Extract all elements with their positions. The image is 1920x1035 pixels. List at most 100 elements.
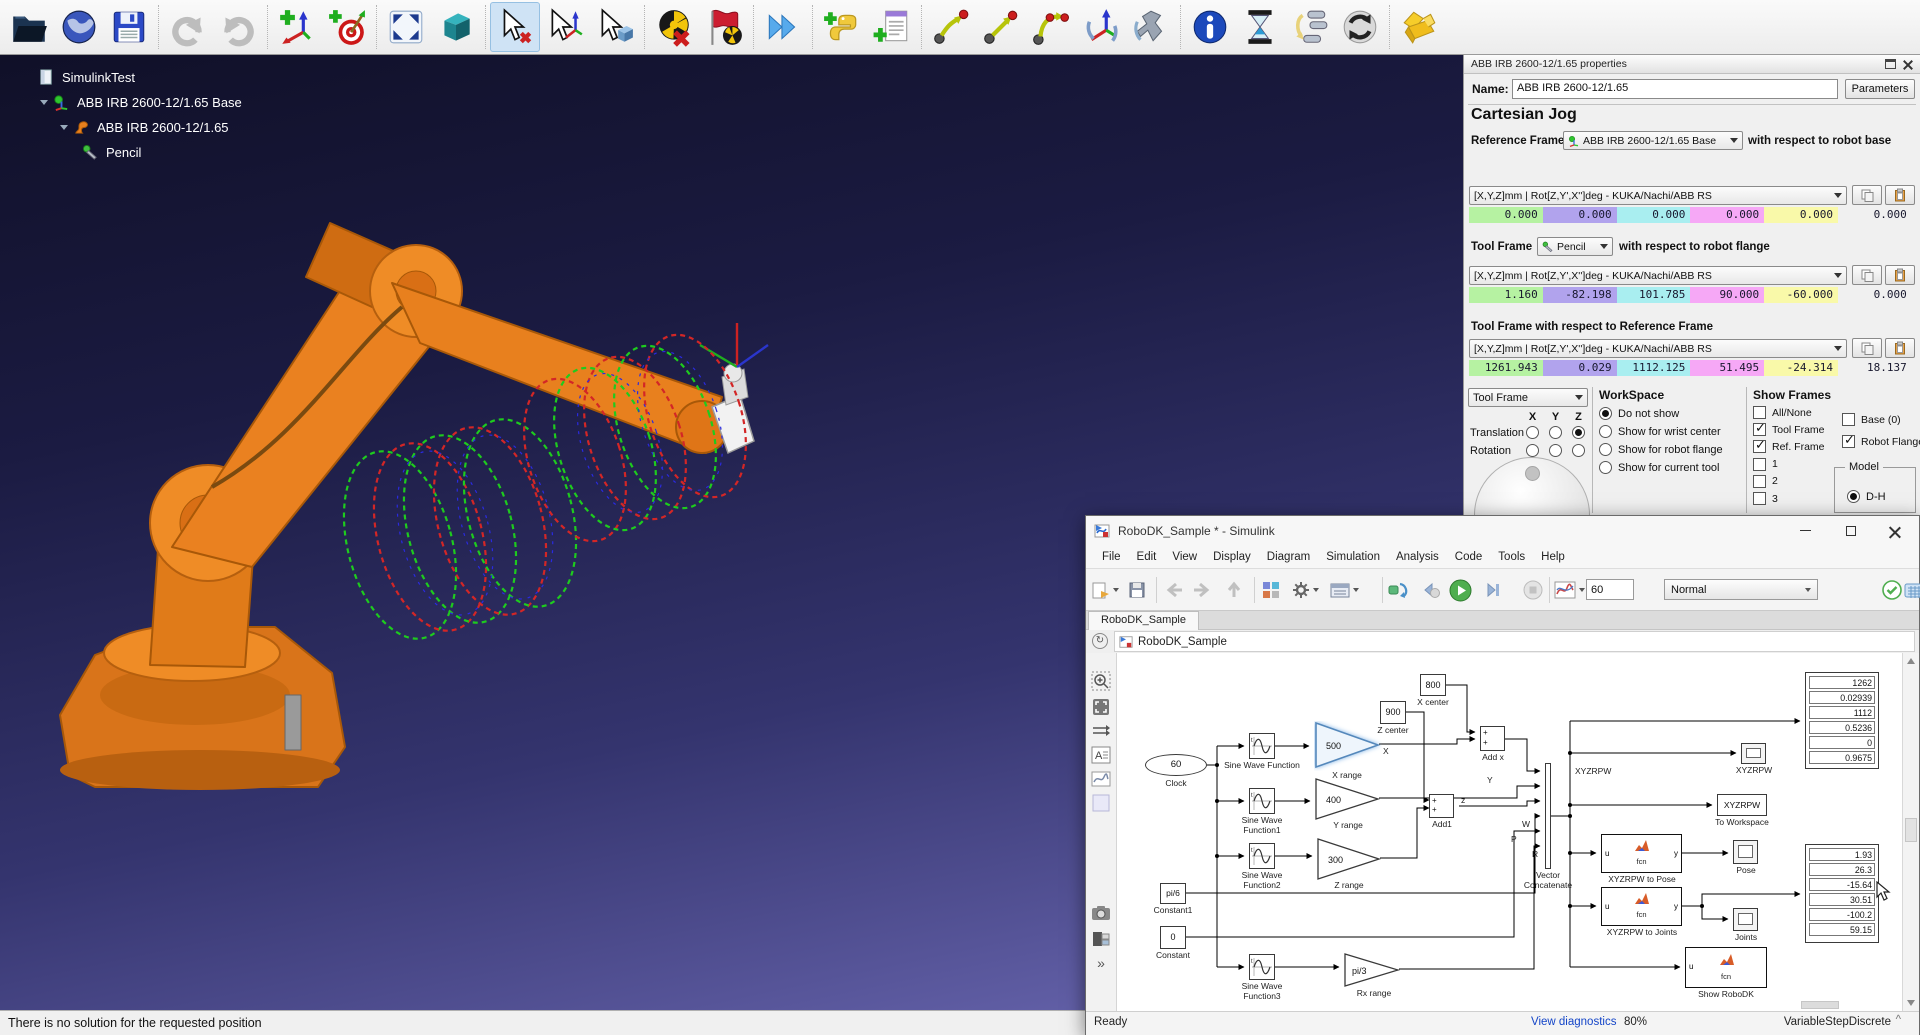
tool-frame-select[interactable]: Pencil	[1537, 237, 1613, 256]
program-blocks-icon[interactable]	[1285, 2, 1335, 52]
sine-wave-block[interactable]: t	[1249, 843, 1275, 869]
scope-block-xyzrpw[interactable]	[1741, 743, 1766, 764]
view-diagnostics-link[interactable]: View diagnostics	[1531, 1016, 1616, 1028]
signal-viewer-icon[interactable]	[1091, 769, 1111, 789]
radio-icon[interactable]	[1572, 444, 1585, 457]
menu-item[interactable]: Help	[1533, 548, 1573, 566]
menu-item[interactable]: Tools	[1490, 548, 1533, 566]
model-settings-button[interactable]	[1292, 579, 1319, 601]
float-panel-icon[interactable]	[1885, 59, 1896, 69]
tree-item-robot[interactable]: ABB IRB 2600-12/1.65	[60, 115, 242, 140]
radio-icon[interactable]	[1847, 490, 1860, 503]
checkbox-icon[interactable]	[1753, 440, 1766, 453]
pose-format-select-1[interactable]: [X,Y,Z]mm | Rot[Z,Y',X'']deg - KUKA/Nach…	[1469, 186, 1847, 205]
select-move-object-cursor-icon[interactable]	[590, 2, 640, 52]
clock-block[interactable]: 60	[1145, 754, 1207, 776]
add-target-icon[interactable]	[322, 2, 372, 52]
radio-icon[interactable]	[1599, 407, 1612, 420]
paste-pose-button[interactable]	[1885, 185, 1915, 205]
radio-icon[interactable]	[1549, 426, 1562, 439]
menu-item[interactable]: File	[1094, 548, 1129, 566]
expand-palette-icon[interactable]: »	[1091, 955, 1111, 975]
add-block[interactable]: ++	[1480, 726, 1505, 751]
maximize-button[interactable]	[1829, 516, 1873, 545]
scroll-up-icon[interactable]	[1907, 658, 1915, 664]
tab-robodk-sample[interactable]: RoboDK_Sample	[1088, 611, 1199, 630]
new-model-button[interactable]	[1091, 579, 1119, 601]
solver-caret-icon[interactable]: ^	[1896, 1014, 1901, 1026]
horizontal-scrollbar-thumb[interactable]	[1801, 1001, 1839, 1009]
radio-icon[interactable]	[1526, 426, 1539, 439]
pose-value-cell[interactable]: -24.314	[1764, 360, 1838, 376]
chevron-down-icon[interactable]	[40, 100, 48, 105]
checkbox-icon[interactable]	[1753, 423, 1766, 436]
add-reference-frame-icon[interactable]	[272, 2, 322, 52]
scrollbar-thumb[interactable]	[1905, 818, 1917, 842]
minimize-button[interactable]	[1783, 516, 1827, 545]
pose-value-cell[interactable]: 101.785	[1617, 287, 1691, 303]
pose-format-select-3[interactable]: [X,Y,Z]mm | Rot[Z,Y',X'']deg - KUKA/Nach…	[1469, 339, 1847, 358]
gain-block-z-range[interactable]: 300	[1317, 838, 1382, 885]
pose-value-cell[interactable]: -60.000	[1764, 287, 1838, 303]
menu-item[interactable]: Diagram	[1259, 548, 1318, 566]
robot-name-input[interactable]: ABB IRB 2600-12/1.65	[1512, 79, 1838, 99]
add-block[interactable]: ++	[1429, 794, 1454, 818]
fast-simulation-icon[interactable]	[758, 2, 808, 52]
pose-value-cell[interactable]: 0.000	[1543, 207, 1617, 223]
add-program-icon[interactable]	[867, 2, 917, 52]
signal-routing-icon[interactable]	[1091, 721, 1111, 741]
radio-icon[interactable]	[1599, 425, 1612, 438]
display-block-joints[interactable]: 1.9326.3-15.6430.51-100.259.15	[1805, 844, 1879, 943]
checkbox-icon[interactable]	[1753, 406, 1766, 419]
pose-value-cell[interactable]: 1.160	[1469, 287, 1543, 303]
parameters-button[interactable]: Parameters	[1845, 79, 1915, 99]
up-to-parent-button[interactable]	[1226, 579, 1242, 601]
constant-block-x-center[interactable]: 800	[1420, 674, 1446, 696]
simulation-timer-icon[interactable]	[1235, 2, 1285, 52]
teach-move-joint-icon[interactable]	[926, 2, 976, 52]
checkbox-icon[interactable]	[1753, 458, 1766, 471]
pose-value-cell[interactable]: 0.029	[1543, 360, 1617, 376]
workspace-option[interactable]: Show for robot flange	[1599, 443, 1723, 456]
gain-block-y-range[interactable]: 400	[1315, 778, 1381, 825]
export-simulation-icon[interactable]	[1394, 2, 1444, 52]
breadcrumb-back-icon[interactable]: ↻	[1092, 633, 1108, 649]
annotation-icon[interactable]: A	[1091, 745, 1111, 765]
stop-button[interactable]	[1523, 579, 1543, 601]
scroll-down-icon[interactable]	[1907, 1000, 1915, 1006]
tree-item-tool[interactable]: Pencil	[82, 140, 242, 165]
move-robot-icon[interactable]	[1126, 2, 1176, 52]
fit-view-icon[interactable]	[381, 2, 431, 52]
check-collisions-icon[interactable]	[649, 2, 699, 52]
show-frame-checkbox[interactable]: All/None	[1753, 406, 1812, 419]
pose-value-cell[interactable]: 90.000	[1690, 287, 1764, 303]
tool-wrt-reference-pose-values[interactable]: 1261.9430.0291112.12551.495-24.31418.137	[1469, 360, 1912, 376]
radio-icon[interactable]	[1599, 443, 1612, 456]
sine-wave-block[interactable]: t	[1249, 733, 1275, 759]
area-box-icon[interactable]	[1091, 793, 1111, 813]
collision-map-icon[interactable]	[699, 2, 749, 52]
pose-value-cell[interactable]: 0.000	[1838, 287, 1912, 303]
copy-pose-button[interactable]	[1852, 185, 1882, 205]
scope-block-pose[interactable]	[1733, 840, 1758, 864]
menu-item[interactable]: Simulation	[1318, 548, 1388, 566]
open-online-icon[interactable]	[54, 2, 104, 52]
run-button[interactable]	[1449, 579, 1472, 601]
back-button[interactable]	[1164, 579, 1184, 601]
stop-time-input[interactable]	[1586, 579, 1634, 600]
checkbox-icon[interactable]	[1842, 435, 1855, 448]
update-model-button[interactable]	[1388, 579, 1408, 601]
add-python-program-icon[interactable]	[817, 2, 867, 52]
workspace-option[interactable]: Show for wrist center	[1599, 425, 1721, 438]
reference-frame-select[interactable]: ABB IRB 2600-12/1.65 Base	[1563, 131, 1743, 150]
show-frame-checkbox[interactable]: Ref. Frame	[1753, 440, 1825, 453]
model-dh-option[interactable]: D-H	[1847, 490, 1886, 503]
screenshot-camera-icon[interactable]	[1091, 903, 1111, 923]
library-browser-button[interactable]	[1262, 579, 1280, 601]
move-reference-icon[interactable]	[1076, 2, 1126, 52]
select-move-frame-cursor-icon[interactable]	[540, 2, 590, 52]
radio-icon[interactable]	[1526, 444, 1539, 457]
pose-value-cell[interactable]: -82.198	[1543, 287, 1617, 303]
checkbox-icon[interactable]	[1753, 492, 1766, 505]
model-canvas[interactable]: 60 Clock t Sine Wave Function t Sine Wav…	[1116, 653, 1904, 1011]
